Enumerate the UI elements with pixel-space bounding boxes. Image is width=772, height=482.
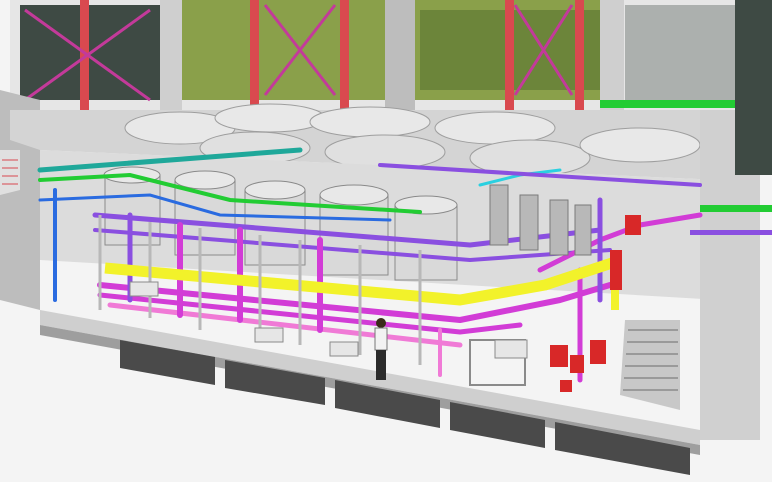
steel-column-red-4 [505,0,514,110]
green-beam [600,100,740,108]
pump [254,327,284,343]
equipment-red [550,345,568,367]
tank [244,180,306,266]
dark-window-right [625,5,735,100]
upper-column-2 [385,0,415,120]
steel-column-red-3 [340,0,349,110]
equipment-red [570,355,584,373]
tower [519,194,539,251]
tower [549,199,569,256]
person-shirt [374,327,388,351]
upper-column-1 [160,0,182,120]
ceiling-opening [579,127,701,163]
mechanical-room-scene [0,0,772,482]
equipment-red [610,250,622,290]
pump [129,281,159,297]
ceiling-opening [309,106,431,138]
right-wall-dark [735,0,772,175]
tower [489,184,509,246]
equipment-red [560,380,572,392]
pump [329,341,359,357]
stair [620,320,680,410]
person-pants [376,350,386,380]
pump-motor [494,339,528,359]
equipment-red [590,340,606,364]
steel-column-red-2 [250,0,259,110]
ceiling-opening [214,103,326,133]
upper-structure [10,0,750,120]
exterior-ground-left [0,150,20,195]
purple-duct-right [690,230,772,235]
tower [574,204,592,256]
foliage-shadow [420,10,620,90]
person-head [376,318,386,328]
steel-column-red-5 [575,0,584,110]
tank [319,184,389,276]
ceiling-opening [434,111,556,145]
equipment-red [625,215,641,235]
green-duct-right [700,205,772,212]
